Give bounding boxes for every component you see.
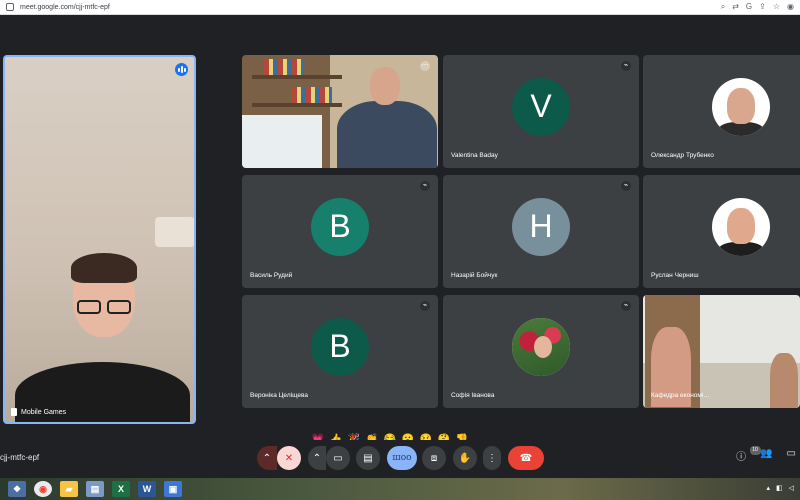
avatar — [712, 197, 770, 256]
screen-button[interactable]: шоо — [387, 446, 417, 470]
more-options-button[interactable]: ⋮ — [483, 446, 501, 470]
participant-tile-8[interactable]: ⌁ Софія Іванова — [443, 295, 639, 408]
chat-icon[interactable]: ▭ — [787, 448, 796, 463]
pin-icon — [11, 408, 17, 416]
browser-address-bar: meet.google.com/cjj-mtfc-epf ⌕ ⇄ G ⇪ ☆ ◉ — [0, 0, 800, 15]
start-icon[interactable]: ❖ — [8, 481, 26, 497]
g-icon[interactable]: G — [746, 2, 752, 12]
avatar-shirt — [718, 241, 764, 256]
mic-off-icon: ⌁ — [621, 61, 631, 71]
books — [264, 59, 304, 75]
participant-name: Valentina Baday — [451, 152, 498, 159]
participant-name: Назарій Бойчук — [451, 272, 498, 279]
os-taskbar: ❖ ◉ ▰ ▤ X W ▣ ▴ ◧ ◁ — [0, 478, 800, 500]
folder-icon[interactable]: ▰ — [60, 481, 78, 497]
self-name-label: Mobile Games — [11, 408, 66, 416]
excel-icon[interactable]: X — [112, 481, 130, 497]
self-glasses — [75, 300, 135, 314]
participant-name: Василь Рудий — [250, 272, 293, 279]
meet-stage: Mobile Games ⋯ ⌁ V Valentina Baday ⌁ Оле… — [0, 15, 800, 445]
control-bar: cjj-mtfc-epf ⌃ ✕ ⌃ ▭ ▤ шоо ⧈ ✋ ⋮ ☎ ⓘ 👥 10… — [0, 440, 800, 478]
leave-call-button[interactable]: ☎ — [508, 446, 544, 470]
chrome-icon[interactable]: ◉ — [34, 481, 52, 497]
participant-face — [370, 67, 400, 105]
tray-icon[interactable]: ▴ — [766, 484, 770, 492]
avatar: Н — [512, 197, 570, 256]
app-icon[interactable]: ▣ — [164, 481, 182, 497]
mic-off-icon: ⌁ — [420, 301, 430, 311]
word-icon[interactable]: W — [138, 481, 156, 497]
network-icon[interactable]: ◧ — [776, 484, 783, 492]
participant-tile-1[interactable]: ⋯ — [242, 55, 438, 168]
participant-tile-5[interactable]: ⌁ Н Назарій Бойчук — [443, 175, 639, 288]
books — [292, 87, 332, 103]
mic-off-icon: ⌁ — [420, 181, 430, 191]
translate-icon[interactable]: ⇄ — [732, 2, 739, 12]
participant-tile-9[interactable]: Кафедра економі… — [643, 295, 800, 408]
avatar — [712, 77, 770, 136]
participant-name: Софія Іванова — [451, 392, 495, 399]
participant-name: Вероніка Целіщева — [250, 392, 308, 399]
background-lamp — [155, 217, 194, 247]
volume-icon[interactable]: ◁ — [789, 484, 794, 492]
participant-name: Руслан Черниш — [651, 272, 699, 279]
mic-off-icon: ⌁ — [621, 181, 631, 191]
avatar-face — [727, 207, 755, 244]
participant-tile-3[interactable]: ⌁ Олександр Трубенко — [643, 55, 800, 168]
avatar: V — [512, 77, 570, 136]
participant-tile-7[interactable]: ⌁ В Вероніка Целіщева — [242, 295, 438, 408]
extension-icon[interactable]: ◉ — [787, 2, 794, 12]
mic-off-icon: ⌁ — [621, 301, 631, 311]
avatar-shirt — [718, 121, 764, 136]
participant-tile-2[interactable]: ⌁ V Valentina Baday — [443, 55, 639, 168]
participant-name: Олександр Трубенко — [651, 152, 714, 159]
avatar-face — [727, 87, 755, 124]
raise-hand-button[interactable]: ✋ — [453, 446, 477, 470]
window-light — [242, 115, 322, 168]
mic-toggle-button[interactable]: ✕ — [277, 446, 301, 470]
meeting-code: cjj-mtfc-epf — [0, 453, 40, 462]
avatar-face — [534, 335, 552, 358]
share-icon[interactable]: ⇪ — [759, 2, 766, 12]
avatar — [512, 317, 570, 376]
participant-count-badge: 10 — [749, 446, 761, 455]
participant-tile-6[interactable]: ⌁ Руслан Черниш — [643, 175, 800, 288]
avatar: В — [311, 317, 369, 376]
lock-icon — [6, 3, 14, 11]
self-view-tile[interactable]: Mobile Games — [3, 55, 196, 424]
more-options-icon[interactable]: ⋯ — [420, 61, 430, 71]
participant-body — [770, 353, 798, 408]
mic-options-button[interactable]: ⌃ — [257, 446, 277, 470]
self-hair — [71, 253, 137, 283]
participant-body — [337, 101, 437, 168]
search-icon[interactable]: ⌕ — [721, 2, 725, 12]
self-name: Mobile Games — [21, 408, 67, 416]
shelf — [252, 75, 342, 79]
captions-button[interactable]: ▤ — [356, 446, 380, 470]
url-field[interactable]: meet.google.com/cjj-mtfc-epf — [20, 4, 110, 11]
present-button[interactable]: ⧈ — [422, 446, 446, 470]
star-icon[interactable]: ☆ — [773, 2, 780, 12]
audio-indicator-icon — [175, 63, 188, 76]
camera-toggle-button[interactable]: ▭ — [326, 446, 350, 470]
participant-name: Кафедра економі… — [651, 392, 710, 399]
avatar: В — [311, 197, 369, 256]
camera-options-button[interactable]: ⌃ — [308, 446, 326, 470]
people-icon[interactable]: 👥 10 — [749, 446, 773, 463]
info-icon[interactable]: ⓘ — [736, 448, 746, 463]
shelf — [252, 103, 342, 107]
file-icon[interactable]: ▤ — [86, 481, 104, 497]
participant-tile-4[interactable]: ⌁ В Василь Рудий — [242, 175, 438, 288]
